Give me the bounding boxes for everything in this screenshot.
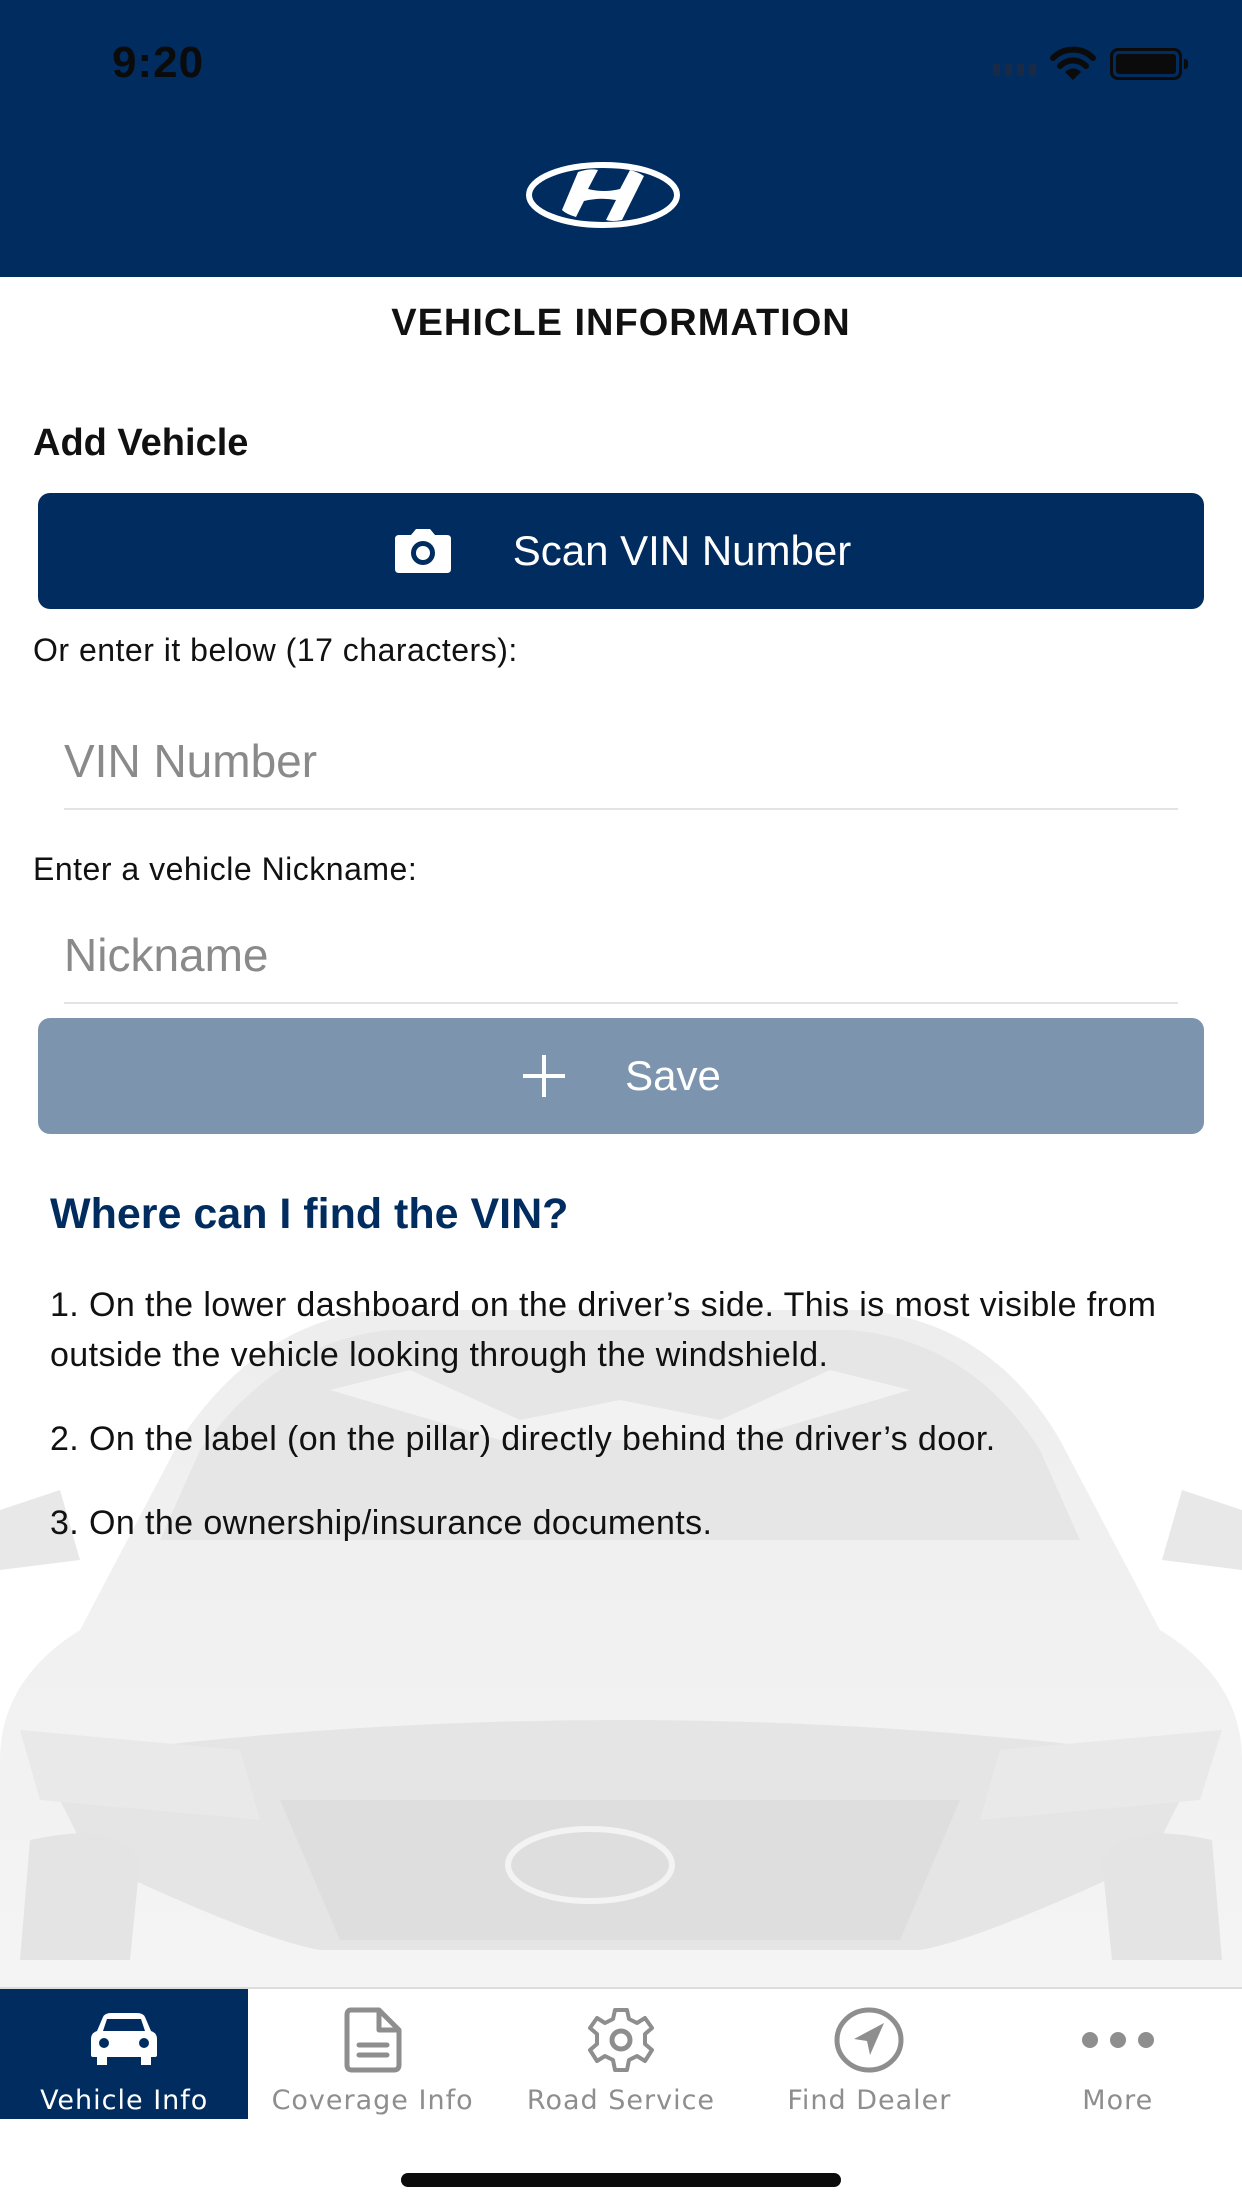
plus-icon <box>521 1053 567 1099</box>
wifi-icon <box>1050 46 1096 80</box>
page-title: VEHICLE INFORMATION <box>391 302 851 344</box>
cellular-signal-icon <box>993 52 1036 76</box>
gear-icon <box>587 2007 655 2073</box>
add-vehicle-heading: Add Vehicle <box>33 422 249 464</box>
nickname-input[interactable] <box>64 908 1178 1004</box>
vin-help-title: Where can I find the VIN? <box>50 1190 569 1238</box>
vin-help-item: 2. On the label (on the pillar) directly… <box>50 1420 996 1458</box>
status-time: 9:20 <box>112 38 205 87</box>
tab-label: Find Dealer <box>787 2085 952 2116</box>
nickname-hint: Enter a vehicle Nickname: <box>33 851 418 887</box>
save-button[interactable]: Save <box>38 1018 1204 1134</box>
vin-help-item: 1. On the lower dashboard on the driver’… <box>50 1286 1157 1374</box>
tab-label: More <box>1082 2085 1154 2116</box>
save-label: Save <box>625 1052 721 1099</box>
tab-label: Road Service <box>526 2085 716 2116</box>
battery-icon <box>1110 48 1188 80</box>
more-icon <box>1080 2007 1156 2073</box>
vin-help-list: 1. On the lower dashboard on the driver’… <box>50 1280 1200 1582</box>
vin-input[interactable] <box>64 714 1178 810</box>
tab-road-service[interactable]: Road Service <box>497 1989 745 2119</box>
scan-vin-button[interactable]: Scan VIN Number <box>38 493 1204 609</box>
tab-more[interactable]: More <box>994 1989 1242 2119</box>
car-icon <box>89 2007 159 2073</box>
tab-bar: Vehicle Info Coverage Info Road Service <box>0 1987 1242 2119</box>
tab-vehicle-info[interactable]: Vehicle Info <box>0 1989 249 2119</box>
tab-label: Vehicle Info <box>40 2085 209 2116</box>
status-icons <box>993 46 1188 82</box>
document-icon <box>343 2007 403 2073</box>
hyundai-logo <box>526 162 680 228</box>
tab-coverage-info[interactable]: Coverage Info <box>248 1989 496 2119</box>
camera-icon <box>391 529 455 573</box>
tab-label: Coverage Info <box>271 2085 474 2116</box>
app-header: 9:20 <box>0 0 1242 277</box>
vin-hint: Or enter it below (17 characters): <box>33 632 518 668</box>
tab-find-dealer[interactable]: Find Dealer <box>745 1989 993 2119</box>
navigation-icon <box>834 2007 904 2073</box>
scan-vin-label: Scan VIN Number <box>512 527 852 574</box>
vin-help-item: 3. On the ownership/insurance documents. <box>50 1504 713 1542</box>
home-indicator[interactable] <box>401 2173 841 2187</box>
